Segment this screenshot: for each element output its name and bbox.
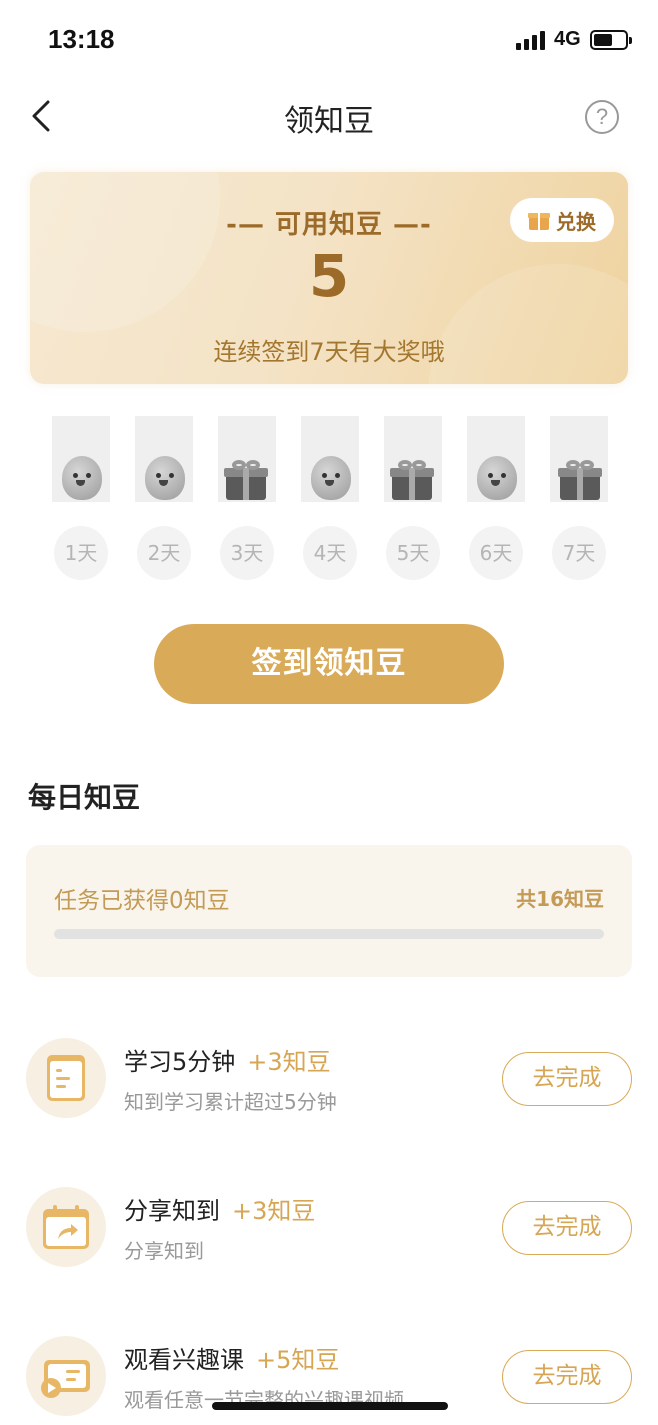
reward-thumbnail [52,416,110,502]
task-description: 分享知到 [124,1239,204,1263]
checkin-days: 1天 2天 3天 4天 5天 6天 7天 [52,416,608,586]
reward-thumbnail [301,416,359,502]
reward-thumbnail [467,416,525,502]
exchange-button[interactable]: 兑换 [510,198,614,242]
task-icon-bg [26,1187,106,1267]
bean-icon [311,456,351,500]
day-label: 1天 [54,526,108,580]
available-points-value: 5 [308,242,350,310]
earned-points-text: 任务已获得0知豆 [54,888,230,914]
signin-button[interactable]: 签到领知豆 [154,624,504,704]
task-icon-bg [26,1336,106,1416]
task-item: 学习5分钟 +3知豆 知到学习累计超过5分钟 去完成 [0,1038,658,1138]
bean-icon [145,456,185,500]
task-item: 观看兴趣课 +5知豆 观看任意一节完整的兴趣课视频 去完成 [0,1336,658,1425]
task-reward: +3知豆 [247,1048,331,1076]
day-label: 5天 [386,526,440,580]
big-gift-icon [558,460,608,500]
network-label: 4G [554,28,581,50]
task-item: 分享知到 +3知豆 分享知到 去完成 [0,1187,658,1287]
video-course-icon [41,1360,90,1398]
gift-icon [390,460,434,500]
day-label: 3天 [220,526,274,580]
checkin-day: 3天 [218,416,276,580]
checkin-day: 4天 [301,416,359,580]
checkin-day: 5天 [384,416,442,580]
bean-icon [62,456,102,500]
day-label: 2天 [137,526,191,580]
task-name: 学习5分钟 [124,1048,236,1076]
total-points-text: 共16知豆 [516,887,604,911]
status-time: 13:18 [48,24,115,54]
task-reward: +3知豆 [232,1197,316,1225]
task-description: 知到学习累计超过5分钟 [124,1090,337,1114]
task-name: 分享知到 [124,1197,220,1225]
status-bar: 13:18 4G [0,0,658,80]
daily-section-title: 每日知豆 [28,781,141,814]
task-name: 观看兴趣课 [124,1346,244,1374]
task-complete-button[interactable]: 去完成 [502,1350,632,1404]
reward-thumbnail [135,416,193,502]
task-title: 分享知到 +3知豆 [124,1191,315,1226]
streak-hint: 连续签到7天有大奖哦 [213,338,445,366]
task-icon-bg [26,1038,106,1118]
task-complete-button[interactable]: 去完成 [502,1201,632,1255]
gift-icon [528,210,550,230]
reward-thumbnail [550,416,608,502]
daily-progress-card: 任务已获得0知豆 共16知豆 [26,845,632,977]
task-title: 观看兴趣课 +5知豆 [124,1340,339,1375]
progress-bar [54,929,604,939]
checkin-day: 2天 [135,416,193,580]
reward-thumbnail [218,416,276,502]
checkin-day: 7天 [550,416,608,580]
document-icon [47,1055,85,1101]
help-icon[interactable]: ? [585,100,619,134]
day-label: 6天 [469,526,523,580]
task-complete-button[interactable]: 去完成 [502,1052,632,1106]
checkin-day: 1天 [52,416,110,580]
points-card: -— 可用知豆 —- 5 连续签到7天有大奖哦 兑换 [30,172,628,384]
signal-icon [516,30,548,50]
exchange-label: 兑换 [556,209,596,234]
day-label: 7天 [552,526,606,580]
share-calendar-icon [43,1205,89,1249]
home-indicator [212,1402,448,1410]
reward-thumbnail [384,416,442,502]
gift-icon [224,460,268,500]
page-title: 领知豆 [284,104,374,139]
day-label: 4天 [303,526,357,580]
checkin-day: 6天 [467,416,525,580]
battery-icon [590,30,632,50]
task-reward: +5知豆 [256,1346,340,1374]
task-title: 学习5分钟 +3知豆 [124,1042,331,1077]
bean-icon [477,456,517,500]
